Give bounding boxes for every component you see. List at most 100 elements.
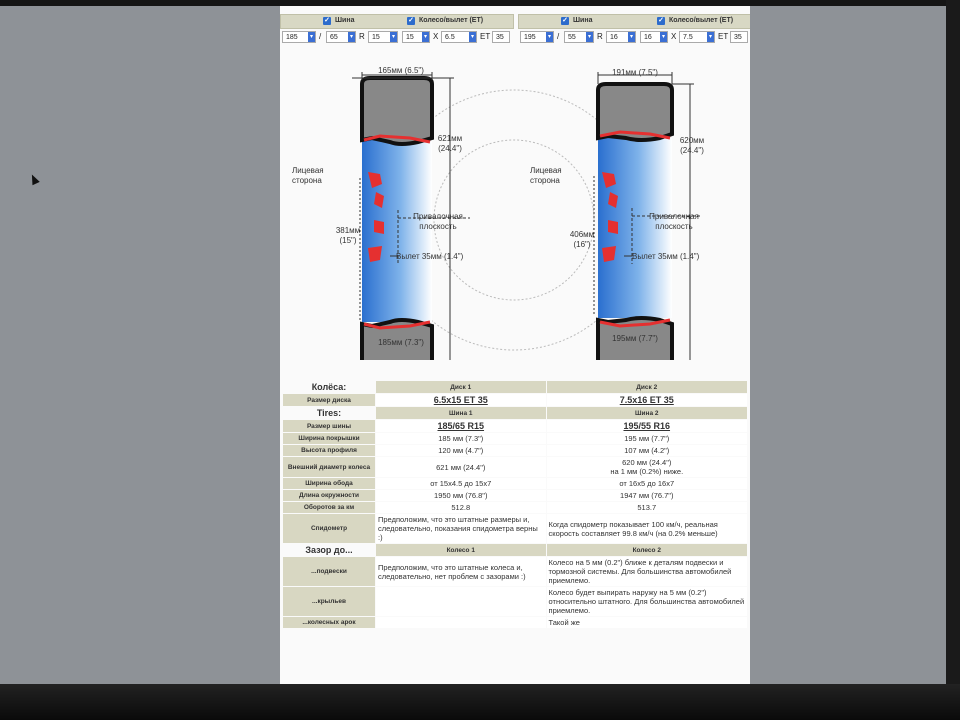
suspension-2: Колесо на 5 мм (0.2") ближе к деталям по…: [546, 557, 747, 586]
chevron-down-icon: ▾: [390, 32, 397, 42]
wheel-checkbox-left[interactable]: ✓: [407, 17, 415, 25]
wheel2-header: Колесо 2: [546, 544, 747, 556]
tire2-header: Шина 2: [546, 407, 747, 419]
table-row: Ширина покрышки 185 мм (7.3") 195 мм (7.…: [283, 433, 747, 444]
rim-diam-label-2a: 406мм: [569, 230, 595, 239]
tire-width-select-right[interactable]: 195 ▾: [520, 31, 554, 43]
tire-1-top: [360, 76, 434, 146]
face-side-label-1b: сторона: [292, 176, 322, 185]
rim-diam-label-1b: (15"): [339, 236, 357, 245]
mount-plane-label-1b: плоскость: [419, 222, 457, 231]
slash-separator: /: [319, 32, 322, 41]
slash-separator: /: [557, 32, 560, 41]
chevron-down-icon: ▾: [348, 32, 355, 42]
face-side-label-2b: сторона: [530, 176, 560, 185]
tire-profile-select-left[interactable]: 65 ▾: [326, 31, 356, 43]
disk2-header: Диск 2: [546, 381, 747, 393]
outer-diameter-2-value: 620 мм (24.4"): [622, 458, 672, 467]
tire-size-label: Размер шины: [283, 420, 375, 432]
wheel-label-right: Колесо/вылет (ET): [669, 17, 734, 24]
tire-profile-value: 55: [568, 34, 576, 41]
table-row: Длина окружности 1950 мм (76.8") 1947 мм…: [283, 490, 747, 501]
et-label: ET: [718, 32, 729, 41]
chevron-down-icon: ▾: [586, 32, 593, 42]
wheel-width-select-right[interactable]: 7.5 ▾: [679, 31, 715, 43]
fenders-1: [376, 587, 546, 616]
table-row: Колёса: Диск 1 Диск 2: [283, 381, 747, 393]
face-side-label-2a: Лицевая: [530, 166, 562, 175]
table-row: Размер диска 6.5x15 ET 35 7.5x16 ET 35: [283, 394, 747, 406]
table-row: Размер шины 185/65 R15 195/55 R16: [283, 420, 747, 432]
et-input-right[interactable]: 35: [730, 31, 748, 43]
suspension-1: Предположим, что это штатные колеса и, с…: [376, 557, 546, 586]
tire-width-value: 195: [524, 34, 536, 41]
outer-diameter-1: 621 мм (24.4"): [376, 457, 546, 477]
table-row: Ширина обода от 15x4.5 до 15x7 от 16x5 д…: [283, 478, 747, 489]
tire-checkbox-left[interactable]: ✓: [323, 17, 331, 25]
tire-width-value: 185: [286, 34, 298, 41]
wheel-label-left: Колесо/вылет (ET): [419, 17, 484, 24]
revs-per-km-2: 513.7: [546, 502, 747, 513]
wheels-header: Колёса:: [283, 381, 375, 393]
tire-profile-select-right[interactable]: 55 ▾: [564, 31, 594, 43]
rim-width-1: от 15x4.5 до 15x7: [376, 478, 546, 489]
speedometer-label: Спидометр: [283, 514, 375, 543]
wheel-arches-1: [376, 617, 546, 628]
wheel-diam-select-right[interactable]: 16 ▾: [640, 31, 668, 43]
chevron-down-icon: ▾: [628, 32, 635, 42]
bottom-width-label-1: 185мм (7.3"): [378, 338, 424, 347]
mouse-cursor-icon: [28, 172, 40, 186]
rim-width-label: Ширина обода: [283, 478, 375, 489]
disk-size-2[interactable]: 7.5x16 ET 35: [546, 394, 747, 406]
top-width-label-2: 191мм (7.5"): [612, 68, 658, 77]
right-size-controls: 195 ▾ / 55 ▾ R 16 ▾ 16 ▾ X 7.5 ▾ ET 35: [518, 31, 750, 45]
wheel-arches-label: ...колесных арок: [283, 617, 375, 628]
wheel-arches-2: Такой же: [546, 617, 747, 628]
wheel-diam-select-left[interactable]: 15 ▾: [402, 31, 430, 43]
outer-diam-label-2b: (24.4"): [680, 146, 704, 155]
wheel-width-select-left[interactable]: 6.5 ▾: [441, 31, 477, 43]
et-value: 35: [734, 34, 742, 41]
outer-diameter-label: Внешний диаметр колеса: [283, 457, 375, 477]
web-page: ✓ Шина ✓ Колесо/вылет (ET) ✓ Шина ✓ Коле…: [280, 6, 750, 684]
rim-diam-label-2b: (16"): [573, 240, 591, 249]
wheel-checkbox-right[interactable]: ✓: [657, 17, 665, 25]
chevron-down-icon: ▾: [707, 32, 714, 42]
chevron-down-icon: ▾: [546, 32, 553, 42]
tire-checkbox-right[interactable]: ✓: [561, 17, 569, 25]
outer-diam-label-2a: 620мм: [679, 136, 705, 145]
tire-size-1[interactable]: 185/65 R15: [376, 420, 546, 432]
monitor-bezel-top: [0, 0, 960, 6]
disk-size-1[interactable]: 6.5x15 ET 35: [376, 394, 546, 406]
wheel-width-value: 7.5: [683, 34, 693, 41]
x-symbol: X: [671, 32, 677, 41]
et-input-left[interactable]: 35: [492, 31, 510, 43]
wheel-diam-value: 15: [406, 34, 414, 41]
revs-per-km-1: 512.8: [376, 502, 546, 513]
wheel-diagrams: [352, 72, 700, 360]
tire-label-left: Шина: [335, 17, 355, 24]
left-size-controls: 185 ▾ / 65 ▾ R 15 ▾ 15 ▾ X 6.5 ▾ ET 35: [280, 31, 512, 45]
table-row: Высота профиля 120 мм (4.7") 107 мм (4.2…: [283, 445, 747, 456]
outer-diameter-2: 620 мм (24.4") на 1 мм (0.2%) ниже.: [546, 457, 747, 477]
tread-width-2: 195 мм (7.7"): [546, 433, 747, 444]
monitor-screen: ✓ Шина ✓ Колесо/вылет (ET) ✓ Шина ✓ Коле…: [0, 0, 960, 720]
comparison-table: Колёса: Диск 1 Диск 2 Размер диска 6.5x1…: [282, 380, 748, 629]
revs-per-km-label: Оборотов за км: [283, 502, 375, 513]
tire-width-select-left[interactable]: 185 ▾: [282, 31, 316, 43]
table-row: ...подвески Предположим, что это штатные…: [283, 557, 747, 586]
offset-label-2: Вылет 35мм (1.4"): [632, 252, 700, 261]
fenders-label: ...крыльев: [283, 587, 375, 616]
table-row: Внешний диаметр колеса 621 мм (24.4") 62…: [283, 457, 747, 477]
table-row: ...колесных арок Такой же: [283, 617, 747, 628]
r-symbol: R: [359, 32, 365, 41]
circumference-2: 1947 мм (76.7"): [546, 490, 747, 501]
wheel1-header: Колесо 1: [376, 544, 546, 556]
tire-rim-select-right[interactable]: 16 ▾: [606, 31, 636, 43]
chevron-down-icon: ▾: [422, 32, 429, 42]
tire-rim-select-left[interactable]: 15 ▾: [368, 31, 398, 43]
top-width-label-1: 165мм (6.5"): [378, 66, 424, 75]
tire-size-2[interactable]: 195/55 R16: [546, 420, 747, 432]
face-side-label-1a: Лицевая: [292, 166, 324, 175]
tire1-header: Шина 1: [376, 407, 546, 419]
